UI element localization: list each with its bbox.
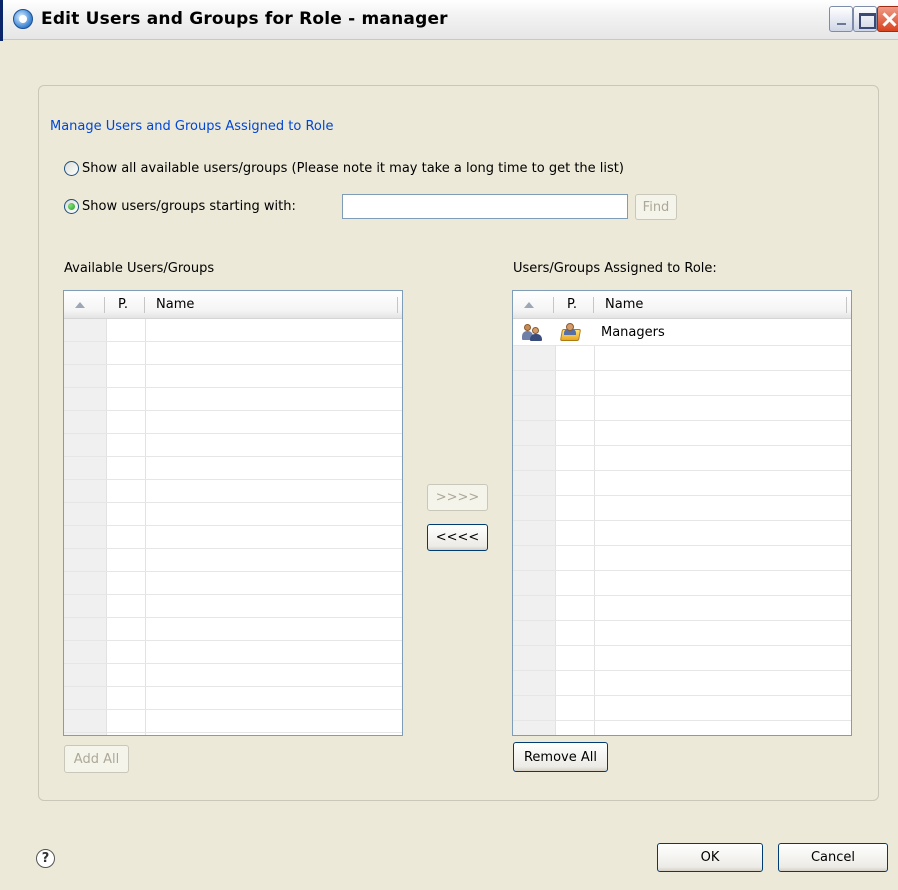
maximize-button[interactable] xyxy=(853,6,877,32)
table-row[interactable] xyxy=(64,434,402,457)
help-icon[interactable]: ? xyxy=(36,849,55,868)
assigned-provider-column[interactable]: P. xyxy=(567,291,577,318)
column-separator[interactable] xyxy=(593,297,594,313)
show-all-radio[interactable] xyxy=(64,160,79,176)
assigned-rows: Managers xyxy=(513,319,851,735)
table-row[interactable] xyxy=(513,396,851,421)
table-row[interactable] xyxy=(513,371,851,396)
available-table-header: P. Name xyxy=(64,291,402,319)
show-starting-option[interactable]: Show users/groups starting with: xyxy=(64,196,296,216)
assigned-sort-column[interactable] xyxy=(524,291,544,318)
assigned-table-header: P. Name xyxy=(513,291,851,319)
close-button[interactable] xyxy=(877,6,898,32)
available-table[interactable]: P. Name xyxy=(63,290,403,736)
column-separator[interactable] xyxy=(397,297,398,313)
add-all-button[interactable]: Add All xyxy=(64,745,129,773)
column-separator[interactable] xyxy=(144,297,145,313)
assigned-label: Users/Groups Assigned to Role: xyxy=(513,261,717,276)
table-row[interactable] xyxy=(513,421,851,446)
table-row[interactable] xyxy=(64,388,402,411)
table-row[interactable] xyxy=(513,621,851,646)
window-title: Edit Users and Groups for Role - manager xyxy=(41,9,448,29)
show-starting-label: Show users/groups starting with: xyxy=(82,198,296,214)
table-row[interactable]: Managers xyxy=(513,319,851,346)
table-row[interactable] xyxy=(64,618,402,641)
table-row[interactable] xyxy=(513,446,851,471)
table-row[interactable] xyxy=(64,595,402,618)
table-row[interactable] xyxy=(64,411,402,434)
table-row[interactable] xyxy=(64,457,402,480)
table-row[interactable] xyxy=(64,480,402,503)
table-row[interactable] xyxy=(513,496,851,521)
add-selected-button[interactable]: >>>> xyxy=(427,484,488,511)
table-row[interactable] xyxy=(64,342,402,365)
table-row[interactable] xyxy=(64,526,402,549)
table-row[interactable] xyxy=(513,596,851,621)
available-sort-column[interactable] xyxy=(75,291,95,318)
cancel-button[interactable]: Cancel xyxy=(778,843,888,872)
table-row[interactable] xyxy=(513,571,851,596)
table-row[interactable] xyxy=(513,671,851,696)
table-row[interactable] xyxy=(513,721,851,735)
remove-selected-button[interactable]: <<<< xyxy=(427,524,488,551)
search-input[interactable] xyxy=(342,194,628,219)
table-row[interactable] xyxy=(64,549,402,572)
table-row[interactable] xyxy=(513,546,851,571)
available-rows xyxy=(64,319,402,735)
ok-button[interactable]: OK xyxy=(657,843,763,872)
remove-all-button[interactable]: Remove All xyxy=(513,742,608,772)
table-row[interactable] xyxy=(513,521,851,546)
sort-ascending-icon xyxy=(75,301,85,308)
title-bar[interactable]: Edit Users and Groups for Role - manager xyxy=(3,0,898,40)
app-icon xyxy=(13,9,33,29)
sort-ascending-icon xyxy=(524,301,534,308)
table-row[interactable] xyxy=(64,664,402,687)
folder-user-icon xyxy=(559,322,582,342)
table-row[interactable] xyxy=(64,319,402,342)
available-provider-column[interactable]: P. xyxy=(118,291,128,318)
table-row[interactable] xyxy=(64,365,402,388)
group-icon xyxy=(522,323,544,341)
minimize-button[interactable] xyxy=(829,6,853,32)
show-all-label: Show all available users/groups (Please … xyxy=(82,160,624,176)
available-label: Available Users/Groups xyxy=(64,261,215,276)
assigned-row-name: Managers xyxy=(601,325,665,340)
assigned-name-column[interactable]: Name xyxy=(605,291,643,318)
table-row[interactable] xyxy=(64,641,402,664)
find-button[interactable]: Find xyxy=(635,194,677,220)
table-row[interactable] xyxy=(513,471,851,496)
table-row[interactable] xyxy=(513,346,851,371)
table-row[interactable] xyxy=(64,710,402,733)
show-all-option[interactable]: Show all available users/groups (Please … xyxy=(64,158,624,178)
table-row[interactable] xyxy=(64,687,402,710)
assigned-table[interactable]: P. Name Managers xyxy=(512,290,852,736)
column-separator[interactable] xyxy=(846,297,847,313)
available-name-column[interactable]: Name xyxy=(156,291,194,318)
group-legend: Manage Users and Groups Assigned to Role xyxy=(47,119,337,134)
column-separator[interactable] xyxy=(104,297,105,313)
table-row[interactable] xyxy=(513,646,851,671)
column-separator[interactable] xyxy=(553,297,554,313)
show-starting-radio[interactable] xyxy=(64,198,79,214)
table-row[interactable] xyxy=(64,503,402,526)
table-row[interactable] xyxy=(64,572,402,595)
table-row[interactable] xyxy=(513,696,851,721)
